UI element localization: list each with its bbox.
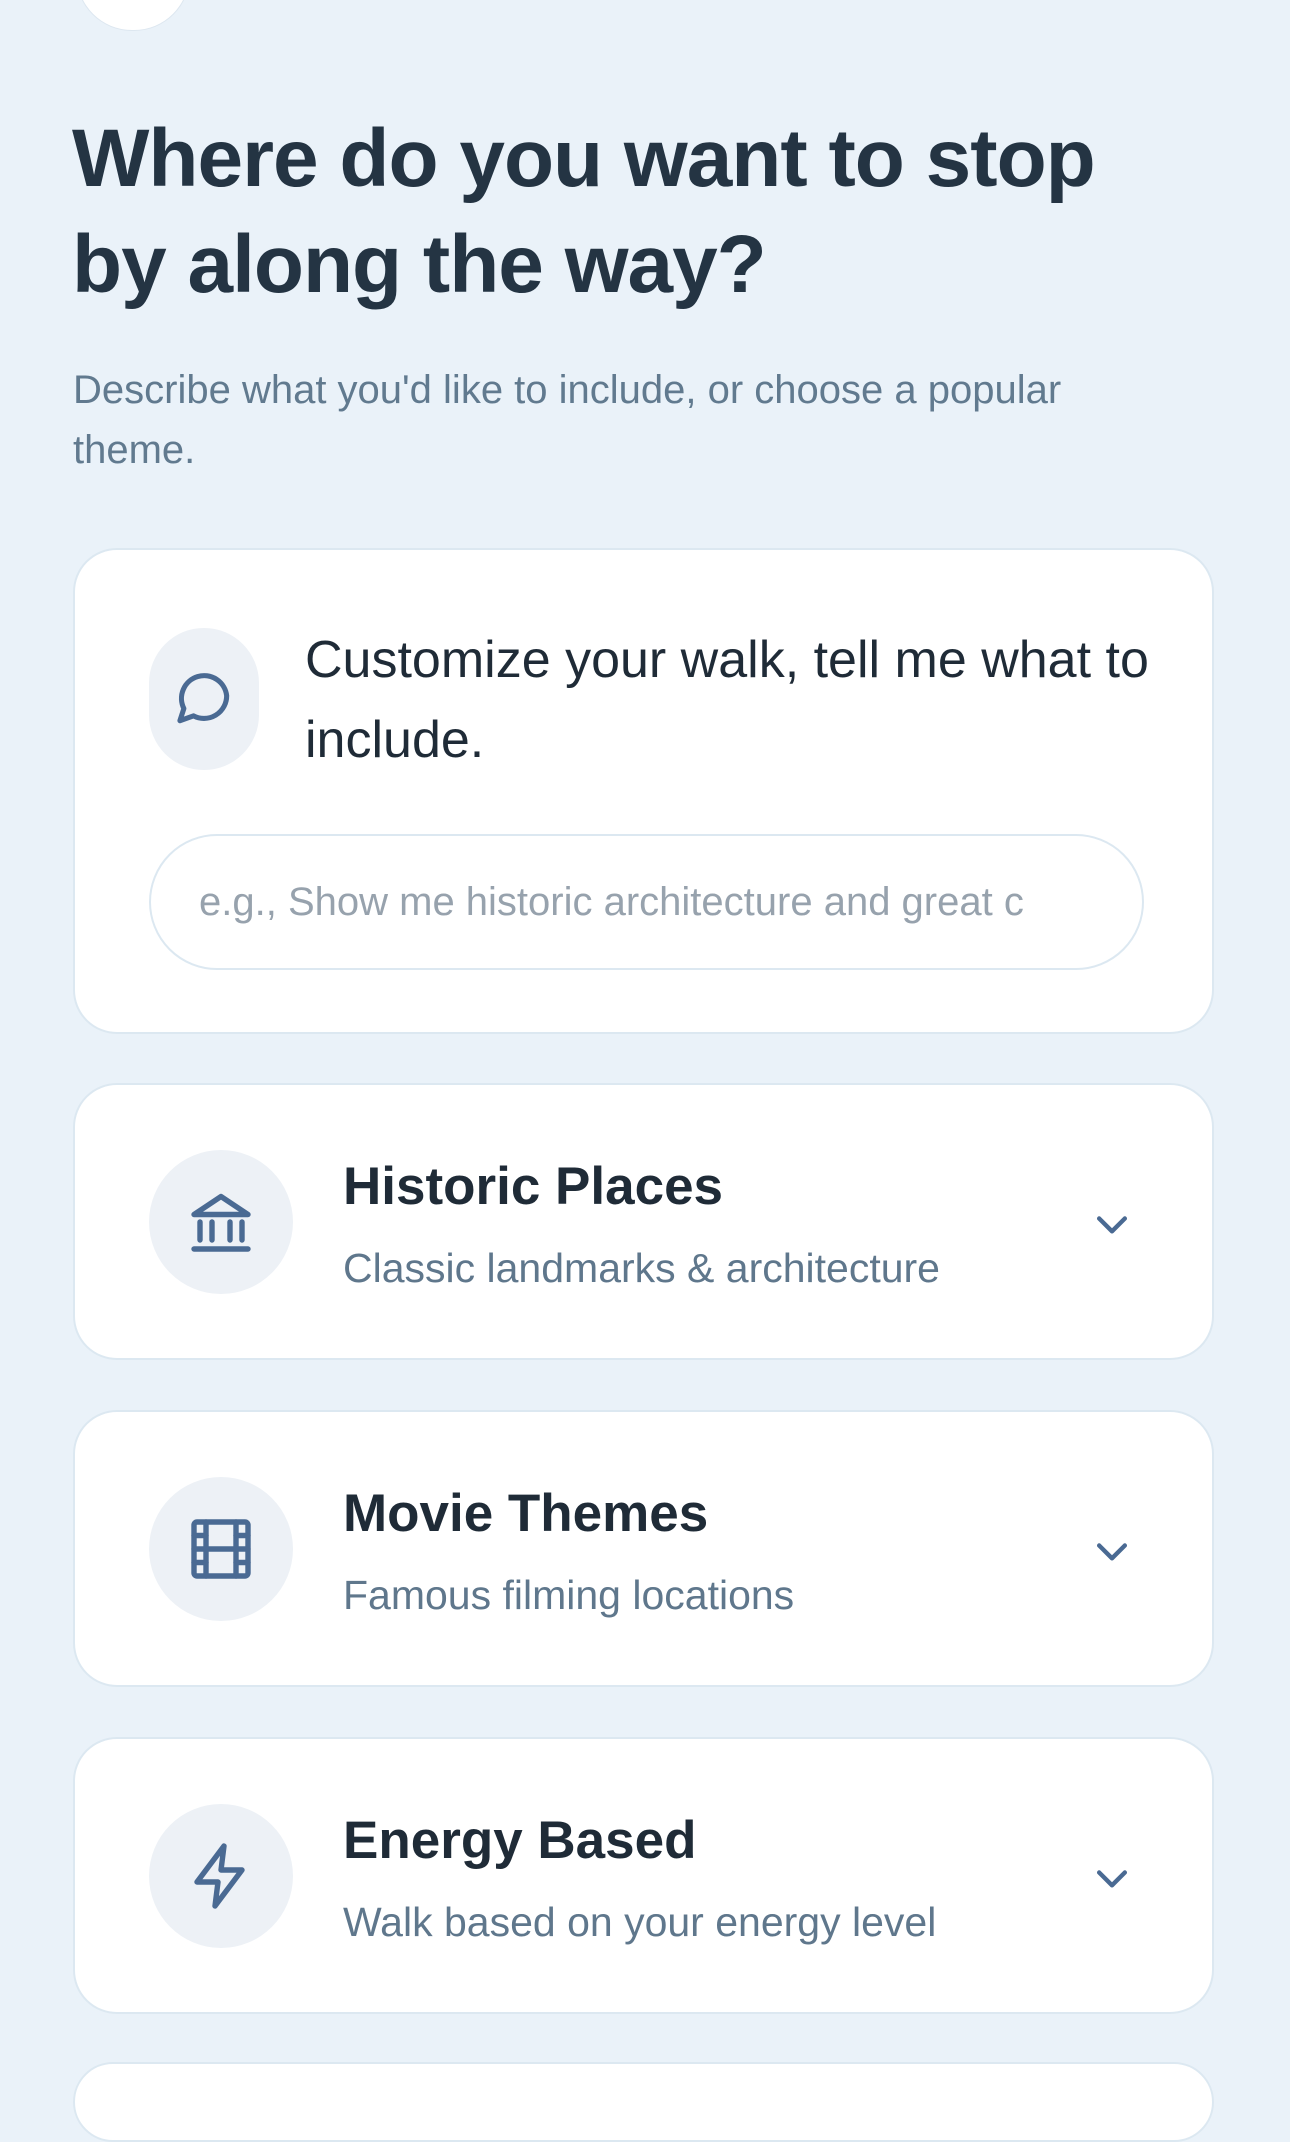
chat-bubble-icon [149, 628, 259, 770]
theme-title: Energy Based [343, 1811, 697, 1870]
theme-title: Movie Themes [343, 1484, 709, 1543]
chevron-down-icon[interactable] [1090, 1529, 1134, 1573]
theme-title: Historic Places [343, 1157, 724, 1216]
custom-walk-card: Customize your walk, tell me what to inc… [73, 548, 1214, 1034]
theme-card-movie-themes[interactable]: Movie Themes Famous filming locations [73, 1410, 1214, 1687]
back-button[interactable] [76, 0, 190, 31]
page-title: Where do you want to stop by along the w… [72, 113, 1096, 310]
custom-walk-input[interactable] [149, 834, 1144, 970]
theme-card-historic-places[interactable]: Historic Places Classic landmarks & arch… [73, 1083, 1214, 1360]
page-subtitle: Describe what you'd like to include, or … [73, 368, 1062, 472]
theme-description: Famous filming locations [343, 1572, 795, 1618]
theme-card-energy-based[interactable]: Energy Based Walk based on your energy l… [73, 1737, 1214, 2014]
next-theme-card[interactable] [73, 2062, 1214, 2142]
theme-description: Walk based on your energy level [343, 1899, 937, 1945]
chevron-down-icon[interactable] [1090, 1202, 1134, 1246]
film-icon [149, 1477, 293, 1621]
chevron-down-icon[interactable] [1090, 1856, 1134, 1900]
custom-walk-heading: Customize your walk, tell me what to inc… [305, 631, 1149, 769]
lightning-icon [149, 1804, 293, 1948]
theme-description: Classic landmarks & architecture [343, 1245, 940, 1291]
landmark-icon [149, 1150, 293, 1294]
